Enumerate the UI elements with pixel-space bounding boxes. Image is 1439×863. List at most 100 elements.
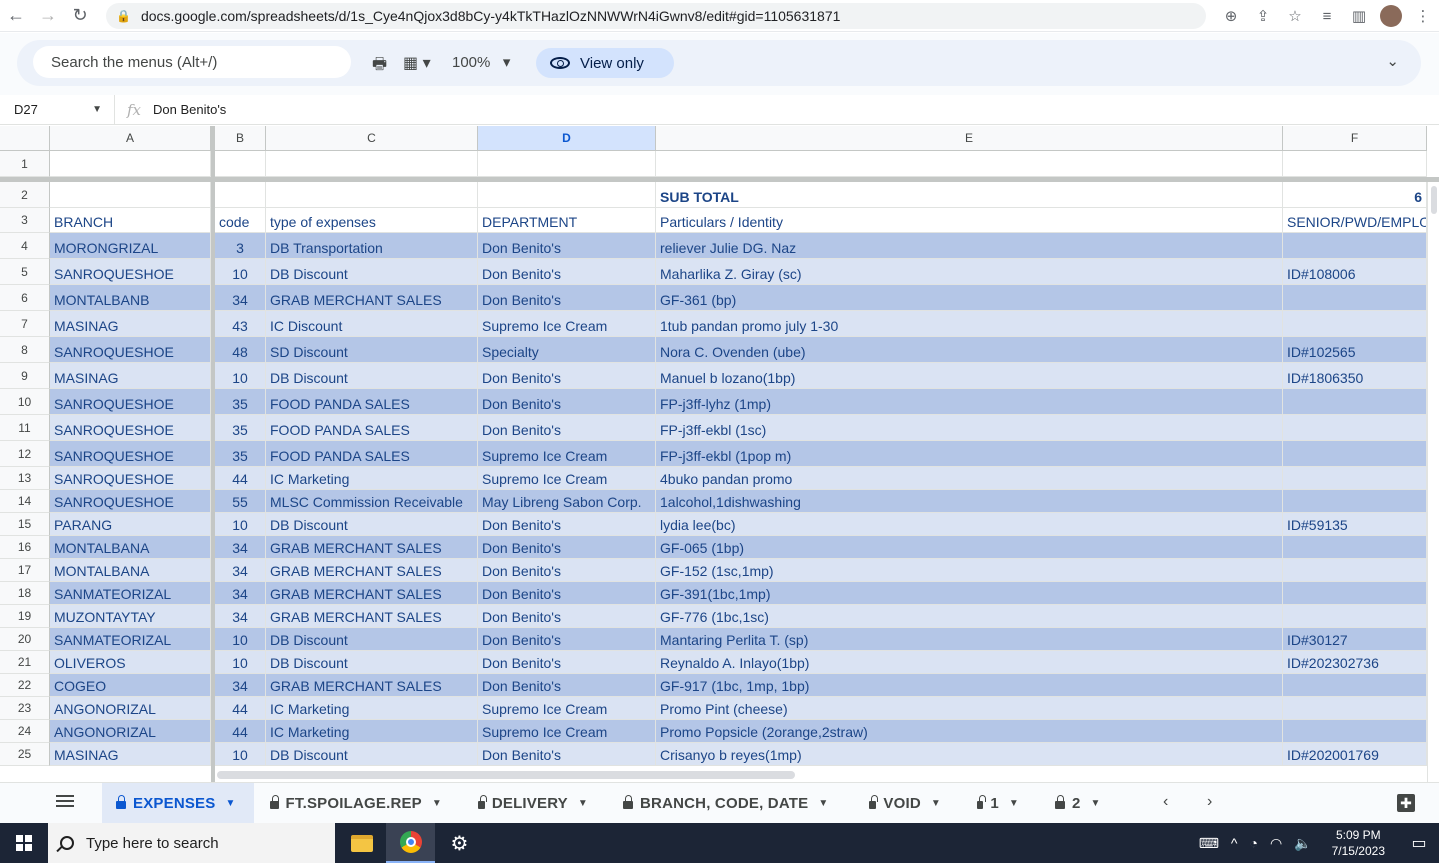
table-cell-b[interactable]: 3: [215, 233, 266, 259]
clock[interactable]: 5:09 PM 7/15/2023: [1318, 827, 1399, 859]
table-cell-a[interactable]: SANROQUESHOE: [50, 389, 211, 415]
table-cell-a[interactable]: MORONGRIZAL: [50, 233, 211, 259]
table-cell-e[interactable]: 4buko pandan promo: [656, 467, 1283, 490]
freeze-row-divider[interactable]: [0, 177, 1439, 182]
column-header-e[interactable]: E: [656, 126, 1283, 151]
tab-ft-spoilage-rep[interactable]: FT.SPOILAGE.REP ▼: [256, 783, 456, 823]
table-cell-b[interactable]: 44: [215, 697, 266, 720]
table-cell-f[interactable]: [1283, 582, 1427, 605]
table-cell-a[interactable]: MUZONTAYTAY: [50, 605, 211, 628]
table-cell-f[interactable]: [1283, 233, 1427, 259]
table-cell-e[interactable]: 1alcohol,1dishwashing: [656, 490, 1283, 513]
table-cell-c[interactable]: IC Discount: [266, 311, 478, 337]
column-title-c[interactable]: type of expenses: [266, 208, 478, 233]
tab-1[interactable]: 1 ▼: [963, 783, 1033, 823]
start-button[interactable]: [0, 823, 48, 863]
caret-down-icon[interactable]: ▼: [931, 798, 941, 809]
row-header[interactable]: 17: [0, 559, 50, 582]
tab-delivery[interactable]: DELIVERY ▼: [464, 783, 602, 823]
table-cell-c[interactable]: IC Marketing: [266, 467, 478, 490]
table-cell-e[interactable]: reliever Julie DG. Naz: [656, 233, 1283, 259]
table-cell-c[interactable]: IC Marketing: [266, 720, 478, 743]
table-cell-f[interactable]: ID#59135: [1283, 513, 1427, 536]
row-header[interactable]: 21: [0, 651, 50, 674]
row-header[interactable]: 20: [0, 628, 50, 651]
row-header[interactable]: 18: [0, 582, 50, 605]
table-cell-f[interactable]: ID#202001769: [1283, 743, 1427, 766]
row-header[interactable]: 12: [0, 441, 50, 467]
table-cell-f[interactable]: ID#1806350: [1283, 363, 1427, 389]
tab-scroll-left-icon[interactable]: ‹: [1163, 793, 1168, 811]
table-cell-d[interactable]: Supremo Ice Cream: [478, 697, 656, 720]
tab-scroll-right-icon[interactable]: ›: [1207, 793, 1212, 811]
table-cell-a[interactable]: MASINAG: [50, 743, 211, 766]
cell-empty[interactable]: [478, 151, 656, 177]
table-cell-e[interactable]: GF-391(1bc,1mp): [656, 582, 1283, 605]
keyboard-icon[interactable]: ⌨: [1193, 835, 1225, 852]
table-cell-a[interactable]: MONTALBANB: [50, 285, 211, 311]
table-cell-a[interactable]: SANMATEORIZAL: [50, 582, 211, 605]
table-cell-d[interactable]: Don Benito's: [478, 513, 656, 536]
table-cell-e[interactable]: GF-065 (1bp): [656, 536, 1283, 559]
tab-branch-code-date[interactable]: BRANCH, CODE, DATE ▼: [609, 783, 847, 823]
table-cell-b[interactable]: 34: [215, 582, 266, 605]
table-cell-e[interactable]: FP-j3ff-ekbl (1pop m): [656, 441, 1283, 467]
cell-empty[interactable]: [266, 151, 478, 177]
table-cell-a[interactable]: SANROQUESHOE: [50, 467, 211, 490]
row-header[interactable]: 8: [0, 337, 50, 363]
table-cell-b[interactable]: 43: [215, 311, 266, 337]
file-explorer-button[interactable]: [337, 823, 386, 863]
table-cell-a[interactable]: SANROQUESHOE: [50, 337, 211, 363]
caret-down-icon[interactable]: ▼: [225, 798, 235, 809]
table-cell-e[interactable]: Mantaring Perlita T. (sp): [656, 628, 1283, 651]
table-cell-a[interactable]: MONTALBANA: [50, 559, 211, 582]
chevron-up-icon[interactable]: ^: [1225, 835, 1244, 851]
table-cell-b[interactable]: 34: [215, 674, 266, 697]
row-header[interactable]: 15: [0, 513, 50, 536]
table-cell-f[interactable]: [1283, 467, 1427, 490]
table-cell-e[interactable]: GF-361 (bp): [656, 285, 1283, 311]
row-header[interactable]: 10: [0, 389, 50, 415]
chevron-down-icon[interactable]: ⌄: [1386, 52, 1399, 70]
table-cell-d[interactable]: Supremo Ice Cream: [478, 311, 656, 337]
cell-empty[interactable]: [1283, 151, 1427, 177]
column-header-a[interactable]: A: [50, 126, 211, 151]
table-cell-e[interactable]: Maharlika Z. Giray (sc): [656, 259, 1283, 285]
forward-arrow-icon[interactable]: →: [32, 0, 64, 32]
table-cell-c[interactable]: GRAB MERCHANT SALES: [266, 536, 478, 559]
table-cell-a[interactable]: COGEO: [50, 674, 211, 697]
all-sheets-menu-icon[interactable]: [56, 795, 74, 809]
table-cell-f[interactable]: ID#108006: [1283, 259, 1427, 285]
freeze-column-divider[interactable]: [211, 126, 215, 782]
table-cell-c[interactable]: DB Discount: [266, 743, 478, 766]
table-cell-b[interactable]: 10: [215, 259, 266, 285]
table-cell-e[interactable]: FP-j3ff-lyhz (1mp): [656, 389, 1283, 415]
table-cell-b[interactable]: 34: [215, 285, 266, 311]
row-header[interactable]: 24: [0, 720, 50, 743]
table-cell-f[interactable]: [1283, 285, 1427, 311]
row-header[interactable]: 25: [0, 743, 50, 766]
table-cell-d[interactable]: Don Benito's: [478, 582, 656, 605]
row-header[interactable]: 5: [0, 259, 50, 285]
table-cell-e[interactable]: Promo Pint (cheese): [656, 697, 1283, 720]
table-cell-d[interactable]: Don Benito's: [478, 674, 656, 697]
cell-empty[interactable]: [215, 151, 266, 177]
tab-expenses[interactable]: EXPENSES ▼: [102, 783, 254, 823]
tab-void[interactable]: VOID ▼: [855, 783, 955, 823]
caret-down-icon[interactable]: ▼: [578, 798, 588, 809]
table-cell-c[interactable]: GRAB MERCHANT SALES: [266, 582, 478, 605]
table-cell-a[interactable]: MASINAG: [50, 311, 211, 337]
column-title-b[interactable]: code: [215, 208, 266, 233]
column-title-d[interactable]: DEPARTMENT: [478, 208, 656, 233]
column-header-c[interactable]: C: [266, 126, 478, 151]
table-cell-f[interactable]: [1283, 697, 1427, 720]
reload-icon[interactable]: ↻: [64, 0, 96, 32]
table-cell-c[interactable]: DB Discount: [266, 628, 478, 651]
row-header[interactable]: 1: [0, 151, 50, 177]
table-cell-b[interactable]: 35: [215, 441, 266, 467]
table-cell-d[interactable]: Supremo Ice Cream: [478, 441, 656, 467]
table-cell-c[interactable]: GRAB MERCHANT SALES: [266, 674, 478, 697]
meet-icon[interactable]: ◔: [1243, 835, 1263, 851]
table-cell-f[interactable]: [1283, 490, 1427, 513]
chrome-button[interactable]: [386, 823, 435, 863]
